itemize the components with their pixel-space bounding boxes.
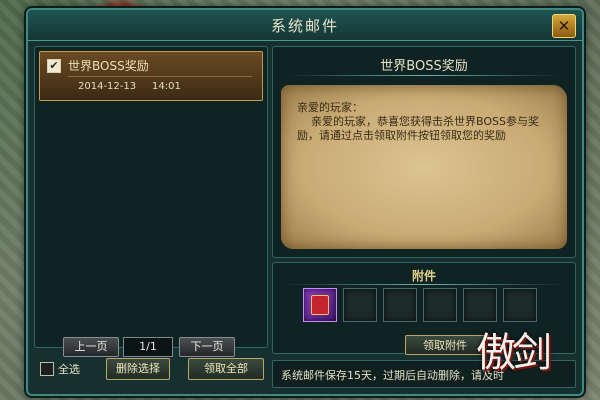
attachments-divider [283, 284, 565, 285]
attachment-slot-empty [463, 288, 497, 322]
attachment-slot-item[interactable] [303, 288, 337, 322]
subject-divider [285, 75, 563, 76]
mail-item-time: 14:01 [152, 81, 181, 92]
select-all-label: 全选 [58, 363, 80, 376]
window-title: 系统邮件 [270, 17, 339, 35]
close-button[interactable]: ✕ [552, 14, 576, 38]
mail-checkbox[interactable]: ✔ [47, 59, 61, 73]
bottom-action-bar: 全选 删除选择 领取全部 [34, 354, 266, 386]
attachment-slot-empty [503, 288, 537, 322]
mail-subject: 世界BOSS奖励 [380, 59, 468, 74]
mail-item-date: 2014-12-13 [78, 81, 137, 92]
mail-list-panel: ✔ 世界BOSS奖励 2014-12-13 14:01 上一页 1/1 下一页 [34, 46, 268, 357]
claim-all-button[interactable]: 领取全部 [188, 358, 264, 380]
mail-body-scroll: 亲爱的玩家： 亲爱的玩家，恭喜您获得击杀世界BOSS参与奖励，请通过点击领取附件… [281, 85, 567, 249]
title-bar: 系统邮件 ✕ [28, 10, 582, 41]
gift-bag-icon [311, 295, 329, 315]
logo-text: 傲剑 [476, 330, 552, 376]
attachment-slot-empty [343, 288, 377, 322]
mail-detail-panel: 世界BOSS奖励 亲爱的玩家： 亲爱的玩家，恭喜您获得击杀世界BOSS参与奖励，… [272, 46, 576, 258]
delete-selected-button[interactable]: 删除选择 [106, 358, 170, 380]
mail-item-title: 世界BOSS奖励 [68, 59, 149, 73]
select-all-checkbox[interactable] [40, 362, 54, 376]
attachment-slot-empty [383, 288, 417, 322]
attachment-slot-empty [423, 288, 457, 322]
mail-item-divider [68, 76, 252, 77]
mail-body-text: 亲爱的玩家： 亲爱的玩家，恭喜您获得击杀世界BOSS参与奖励，请通过点击领取附件… [297, 101, 539, 142]
claim-attachment-button[interactable]: 领取附件 [405, 335, 485, 355]
attachments-title: 附件 [411, 269, 436, 283]
notice-text: 系统邮件保存15天，过期后自动删除，请及时 [281, 369, 504, 382]
game-logo: 傲剑 [476, 320, 586, 394]
mail-list-item[interactable]: ✔ 世界BOSS奖励 2014-12-13 14:01 [39, 51, 263, 101]
